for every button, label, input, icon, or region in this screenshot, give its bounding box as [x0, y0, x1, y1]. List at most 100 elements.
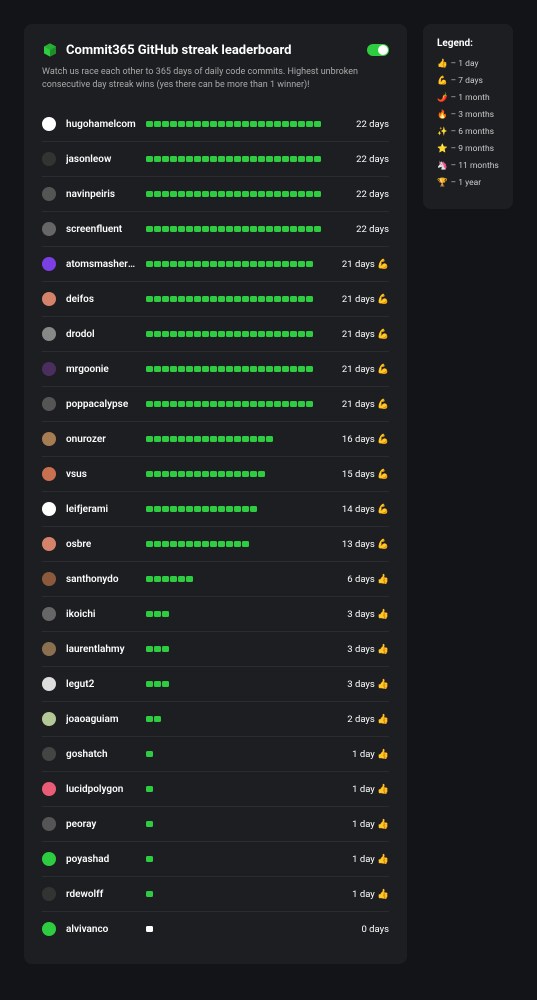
streak-square [146, 471, 153, 478]
streak-square [250, 226, 257, 233]
list-item[interactable]: deifos21 days 💪 [42, 282, 389, 317]
streak-square [186, 331, 193, 338]
streak-square [178, 121, 185, 128]
avatar [42, 467, 56, 481]
username-label: mrgoonie [66, 364, 136, 375]
streak-square [258, 331, 265, 338]
streak-square [154, 226, 161, 233]
list-item[interactable]: onurozer16 days 💪 [42, 422, 389, 457]
streak-squares [146, 856, 342, 863]
streak-square [282, 401, 289, 408]
list-item[interactable]: vsus15 days 💪 [42, 457, 389, 492]
streak-square [290, 331, 297, 338]
avatar [42, 397, 56, 411]
streak-square [234, 156, 241, 163]
streak-square [314, 121, 321, 128]
list-item[interactable]: jasonleow22 days [42, 142, 389, 177]
list-item[interactable]: rdewolff1 day 👍 [42, 877, 389, 912]
streak-square [186, 366, 193, 373]
streak-square [170, 436, 177, 443]
streak-square [154, 296, 161, 303]
streak-square [314, 156, 321, 163]
streak-square [154, 471, 161, 478]
streak-squares [146, 891, 342, 898]
streak-square [170, 331, 177, 338]
streak-square [146, 436, 153, 443]
streak-square [234, 331, 241, 338]
avatar [42, 677, 56, 691]
streak-square [146, 576, 153, 583]
legend-item: ⭐– 9 months [437, 144, 499, 154]
list-item[interactable]: peoray1 day 👍 [42, 807, 389, 842]
streak-square [178, 191, 185, 198]
streak-square [242, 331, 249, 338]
list-item[interactable]: hugohamelcom22 days [42, 107, 389, 142]
streak-square [146, 366, 153, 373]
list-item[interactable]: navinpeiris22 days [42, 177, 389, 212]
toggle-switch[interactable] [367, 44, 389, 56]
avatar [42, 572, 56, 586]
streak-square [234, 226, 241, 233]
streak-square [234, 506, 241, 513]
streak-square [178, 471, 185, 478]
list-item[interactable]: drodol21 days 💪 [42, 317, 389, 352]
streak-square [266, 156, 273, 163]
list-item[interactable]: legut23 days 👍 [42, 667, 389, 702]
streak-square [210, 156, 217, 163]
days-label: 6 days 👍 [347, 574, 389, 585]
list-item[interactable]: screenfluent22 days [42, 212, 389, 247]
streak-square [218, 191, 225, 198]
streak-square [162, 401, 169, 408]
list-item[interactable]: poyashad1 day 👍 [42, 842, 389, 877]
legend-items: 👍– 1 day💪– 7 days🌶️– 1 month🔥– 3 months✨… [437, 59, 499, 188]
streak-square [242, 191, 249, 198]
list-item[interactable]: santhonydo6 days 👍 [42, 562, 389, 597]
streak-square [258, 436, 265, 443]
streak-square [218, 506, 225, 513]
header: Commit365 GitHub streak leaderboard [42, 42, 389, 58]
streak-square [258, 296, 265, 303]
list-item[interactable]: alvivanco0 days [42, 912, 389, 946]
streak-square [162, 261, 169, 268]
streak-square [250, 261, 257, 268]
list-item[interactable]: leifjerami14 days 💪 [42, 492, 389, 527]
legend-emoji: 👍 [437, 59, 448, 69]
streak-square [210, 436, 217, 443]
streak-square [290, 156, 297, 163]
streak-square [210, 121, 217, 128]
legend-label: – 3 months [451, 110, 494, 120]
list-item[interactable]: joaoaguiam2 days 👍 [42, 702, 389, 737]
streak-square [210, 401, 217, 408]
username-label: atomsmasher81 [66, 259, 136, 270]
streak-squares [146, 401, 332, 408]
streak-square [258, 261, 265, 268]
streak-square [186, 506, 193, 513]
streak-square [146, 506, 153, 513]
streak-square [194, 541, 201, 548]
streak-square [226, 436, 233, 443]
legend-label: – 1 day [451, 59, 479, 69]
streak-square [226, 261, 233, 268]
streak-square [202, 506, 209, 513]
streak-square [298, 121, 305, 128]
streak-square [162, 506, 169, 513]
streak-square [186, 401, 193, 408]
streak-square [194, 121, 201, 128]
days-label: 1 day 👍 [352, 749, 389, 760]
streak-square [234, 121, 241, 128]
streak-square [290, 401, 297, 408]
streak-square [162, 331, 169, 338]
streak-square [178, 261, 185, 268]
list-item[interactable]: ikoichi3 days 👍 [42, 597, 389, 632]
list-item[interactable]: lucidpolygon1 day 👍 [42, 772, 389, 807]
list-item[interactable]: goshatch1 day 👍 [42, 737, 389, 772]
list-item[interactable]: osbre13 days 💪 [42, 527, 389, 562]
list-item[interactable]: mrgoonie21 days 💪 [42, 352, 389, 387]
streak-square [202, 471, 209, 478]
list-item[interactable]: atomsmasher8121 days 💪 [42, 247, 389, 282]
streak-squares [146, 576, 337, 583]
list-item[interactable]: laurentlahmy3 days 👍 [42, 632, 389, 667]
streak-square [242, 506, 249, 513]
list-item[interactable]: poppacalypse21 days 💪 [42, 387, 389, 422]
streak-square [146, 226, 153, 233]
